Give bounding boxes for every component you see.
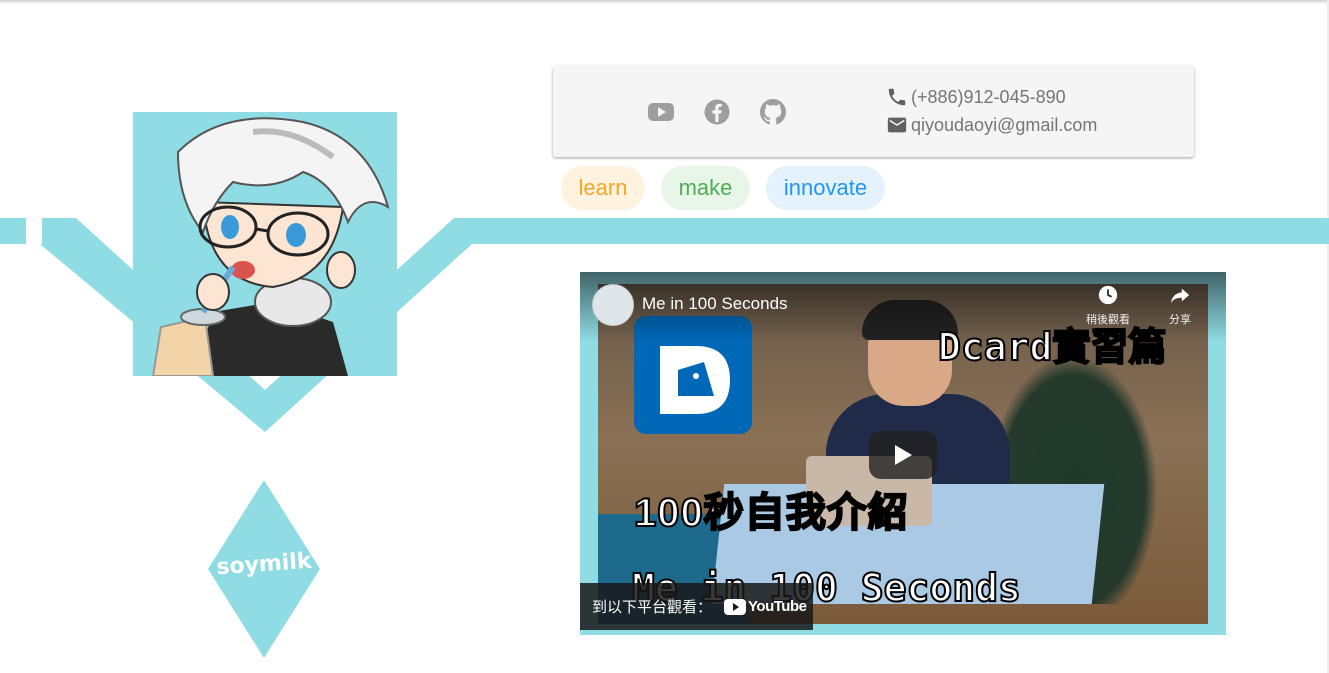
share-button[interactable]: 分享 xyxy=(1155,284,1205,327)
play-icon xyxy=(895,445,912,465)
contact-card: (+886)912-045-890 qiyoudaoyi@gmail.com xyxy=(553,66,1194,157)
play-button[interactable] xyxy=(869,431,937,479)
email-row: qiyoudaoyi@gmail.com xyxy=(886,114,1097,136)
youtube-logo-icon xyxy=(724,598,747,615)
clock-icon xyxy=(1098,285,1118,305)
facebook-icon[interactable] xyxy=(704,99,730,125)
phone-row: (+886)912-045-890 xyxy=(886,86,1066,108)
chip-make[interactable]: make xyxy=(661,166,750,210)
channel-avatar[interactable] xyxy=(592,284,634,326)
video-title[interactable]: Me in 100 Seconds xyxy=(642,294,788,314)
watch-later-label: 稍後觀看 xyxy=(1086,314,1130,326)
soymilk-logo: soymilk xyxy=(208,480,320,658)
chip-learn[interactable]: learn xyxy=(561,166,645,210)
youtube-logo: YouTube xyxy=(724,598,807,615)
email-address: qiyoudaoyi@gmail.com xyxy=(911,114,1098,135)
youtube-embed[interactable]: Dcard實習篇 100秒自我介紹 Me in 100 Seconds Me i… xyxy=(580,272,1226,635)
phone-icon xyxy=(888,88,906,106)
phone-number: (+886)912-045-890 xyxy=(911,86,1066,107)
watch-on-youtube-button[interactable]: 到以下平台觀看： YouTube xyxy=(580,583,813,630)
youtube-logo-text: YouTube xyxy=(748,598,807,615)
youtube-icon[interactable] xyxy=(648,99,674,125)
watch-on-label: 到以下平台觀看： xyxy=(592,599,713,616)
watch-later-button[interactable]: 稍後觀看 xyxy=(1083,284,1133,327)
share-label: 分享 xyxy=(1169,314,1191,326)
share-icon xyxy=(1170,288,1190,304)
mail-icon xyxy=(887,117,907,133)
chip-innovate[interactable]: innovate xyxy=(766,166,885,210)
avatar-illustration xyxy=(133,112,397,376)
thumbnail-caption-cn: 100秒自我介紹 xyxy=(633,490,909,536)
github-icon[interactable] xyxy=(760,99,786,125)
